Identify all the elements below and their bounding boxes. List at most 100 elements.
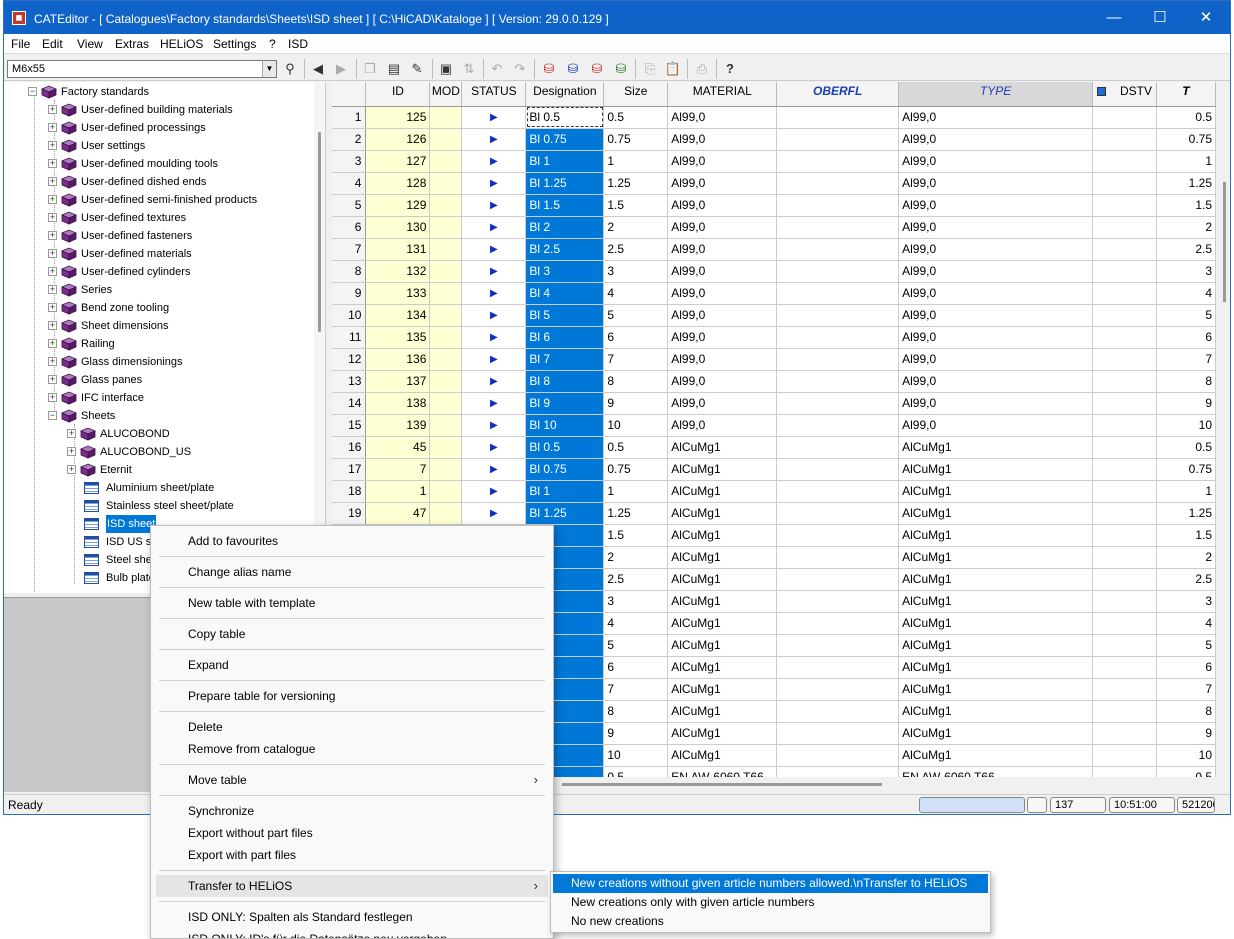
cell-material[interactable]: Al99,0	[667, 326, 778, 349]
cell-type[interactable]: Al99,0	[898, 150, 1093, 173]
row-number[interactable]: 11	[332, 326, 367, 349]
cell-size[interactable]: 1.25	[603, 172, 669, 195]
cell-size[interactable]: 0.5	[603, 106, 669, 129]
cell-t[interactable]: 3	[1156, 260, 1216, 283]
cell-oberfl[interactable]	[776, 480, 900, 503]
cell-material[interactable]: Al99,0	[667, 260, 778, 283]
cell-type[interactable]: EN AW-6060 T66	[898, 766, 1093, 777]
cell-t[interactable]: 9	[1156, 392, 1216, 415]
cell-designation[interactable]: Bl 0.75	[525, 128, 605, 151]
table-row[interactable]: 9 133 ▶ Bl 4 4 Al99,0 Al99,0 4	[332, 282, 1216, 305]
cell-mod[interactable]	[429, 172, 463, 195]
cell-dstv[interactable]	[1092, 370, 1157, 393]
cell-size[interactable]: 1.5	[603, 524, 669, 547]
cell-t[interactable]: 7	[1156, 678, 1216, 701]
cell-t[interactable]: 2.5	[1156, 568, 1216, 591]
collapse-icon[interactable]: −	[28, 87, 37, 96]
cell-t[interactable]: 0.75	[1156, 128, 1216, 151]
cell-designation[interactable]: Bl 1.25	[525, 172, 605, 195]
cell-type[interactable]: AlCuMg1	[898, 546, 1093, 569]
cell-type[interactable]: Al99,0	[898, 392, 1093, 415]
back-icon[interactable]: ◀	[308, 59, 328, 79]
row-number[interactable]: 12	[332, 348, 367, 371]
cell-id[interactable]: 136	[365, 348, 431, 371]
cell-t[interactable]: 4	[1156, 282, 1216, 305]
menu-item-new-table-with-template[interactable]: New table with template	[156, 592, 548, 614]
cell-t[interactable]: 2	[1156, 216, 1216, 239]
cell-id[interactable]: 125	[365, 106, 431, 129]
grid-vertical-scrollbar[interactable]	[1218, 82, 1230, 777]
cell-status[interactable]: ▶	[461, 172, 527, 195]
row-number[interactable]: 18	[332, 480, 367, 503]
cell-designation[interactable]: Bl 1.5	[525, 194, 605, 217]
cell-dstv[interactable]	[1092, 678, 1157, 701]
table-row[interactable]: 5 129 ▶ Bl 1.5 1.5 Al99,0 Al99,0 1.5	[332, 194, 1216, 217]
cell-dstv[interactable]	[1092, 722, 1157, 745]
cell-status[interactable]: ▶	[461, 414, 527, 437]
expand-icon[interactable]: +	[48, 141, 57, 150]
menu-item-export-with-part-files[interactable]: Export with part files	[156, 844, 548, 866]
menu-item-change-alias-name[interactable]: Change alias name	[156, 561, 548, 583]
cell-oberfl[interactable]	[776, 524, 900, 547]
cell-type[interactable]: Al99,0	[898, 348, 1093, 371]
table-row[interactable]: 2 126 ▶ Bl 0.75 0.75 Al99,0 Al99,0 0.75	[332, 128, 1216, 151]
cell-material[interactable]: AlCuMg1	[667, 656, 778, 679]
cell-dstv[interactable]	[1092, 590, 1157, 613]
cell-size[interactable]: 6	[603, 326, 669, 349]
menu-extras[interactable]: Extras	[115, 37, 149, 51]
cell-material[interactable]: AlCuMg1	[667, 458, 778, 481]
table-row[interactable]: 1 125 ▶ Bl 0.5 0.5 Al99,0 Al99,0 0.5	[332, 106, 1216, 129]
cell-type[interactable]: AlCuMg1	[898, 700, 1093, 723]
cell-type[interactable]: Al99,0	[898, 414, 1093, 437]
cell-size[interactable]: 9	[603, 722, 669, 745]
cell-t[interactable]: 0.75	[1156, 458, 1216, 481]
cell-type[interactable]: AlCuMg1	[898, 480, 1093, 503]
cell-size[interactable]: 7	[603, 348, 669, 371]
save-icon[interactable]: ▣	[436, 59, 456, 79]
cell-dstv[interactable]	[1092, 436, 1157, 459]
cell-dstv[interactable]	[1092, 766, 1157, 777]
row-number[interactable]: 9	[332, 282, 367, 305]
menu-item-isd-columns-default[interactable]: ISD ONLY: Spalten als Standard festlegen	[156, 906, 548, 928]
cell-material[interactable]: Al99,0	[667, 106, 778, 129]
cell-material[interactable]: Al99,0	[667, 238, 778, 261]
cell-dstv[interactable]	[1092, 238, 1157, 261]
menu-item-export-without-part-files[interactable]: Export without part files	[156, 822, 548, 844]
cell-type[interactable]: AlCuMg1	[898, 590, 1093, 613]
cell-oberfl[interactable]	[776, 612, 900, 635]
expand-icon[interactable]: +	[48, 303, 57, 312]
expand-icon[interactable]: +	[67, 447, 76, 456]
menu-edit[interactable]: Edit	[42, 37, 63, 51]
sort-icon[interactable]: ⇅	[459, 59, 479, 79]
cell-size[interactable]: 4	[603, 282, 669, 305]
menu-helios[interactable]: HELiOS	[160, 37, 203, 51]
table-row[interactable]: 6 130 ▶ Bl 2 2 Al99,0 Al99,0 2	[332, 216, 1216, 239]
cell-id[interactable]: 1	[365, 480, 431, 503]
cell-mod[interactable]	[429, 502, 463, 525]
menu-item-copy-table[interactable]: Copy table	[156, 623, 548, 645]
cell-size[interactable]: 8	[603, 700, 669, 723]
cell-material[interactable]: AlCuMg1	[667, 634, 778, 657]
cell-t[interactable]: 1.25	[1156, 502, 1216, 525]
cell-size[interactable]: 2.5	[603, 568, 669, 591]
expand-icon[interactable]: +	[48, 267, 57, 276]
cell-designation[interactable]: Bl 0.5	[525, 106, 605, 129]
cell-status[interactable]: ▶	[461, 326, 527, 349]
cell-material[interactable]: AlCuMg1	[667, 678, 778, 701]
cell-id[interactable]: 47	[365, 502, 431, 525]
cell-dstv[interactable]	[1092, 282, 1157, 305]
cell-mod[interactable]	[429, 238, 463, 261]
cell-t[interactable]: 1.25	[1156, 172, 1216, 195]
col-header-mod[interactable]: MOD	[429, 82, 463, 107]
cell-designation[interactable]: Bl 3	[525, 260, 605, 283]
cell-mod[interactable]	[429, 216, 463, 239]
cell-size[interactable]: 2	[603, 546, 669, 569]
cell-type[interactable]: AlCuMg1	[898, 568, 1093, 591]
cell-dstv[interactable]	[1092, 634, 1157, 657]
cell-material[interactable]: Al99,0	[667, 216, 778, 239]
col-header-status[interactable]: STATUS	[461, 82, 527, 107]
col-header-dstv[interactable]: DSTV	[1092, 82, 1157, 107]
cell-dstv[interactable]	[1092, 744, 1157, 767]
table-row[interactable]: 16 45 ▶ Bl 0.5 0.5 AlCuMg1 AlCuMg1 0.5	[332, 436, 1216, 459]
cell-material[interactable]: AlCuMg1	[667, 590, 778, 613]
